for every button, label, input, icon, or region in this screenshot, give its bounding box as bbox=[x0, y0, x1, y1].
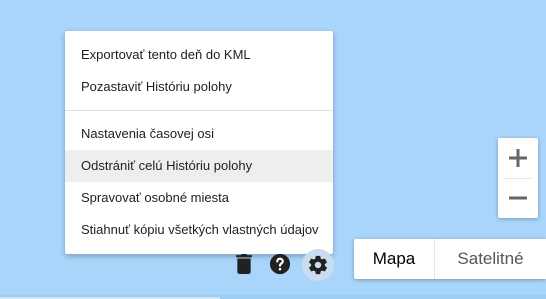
zoom-out-button[interactable] bbox=[498, 178, 538, 218]
trash-icon bbox=[236, 254, 252, 274]
delete-button[interactable] bbox=[229, 249, 259, 279]
menu-item-pause-location-history[interactable]: Pozastaviť Históriu polohy bbox=[65, 71, 333, 103]
menu-divider bbox=[65, 110, 333, 111]
menu-item-download-data-copy[interactable]: Stiahnuť kópiu všetkých vlastných údajov bbox=[65, 214, 333, 246]
zoom-separator bbox=[504, 178, 532, 179]
map-type-control: Mapa Satelitné bbox=[354, 239, 546, 279]
map-type-satellite-button[interactable]: Satelitné bbox=[434, 239, 546, 279]
minus-icon bbox=[509, 196, 527, 200]
settings-icon bbox=[309, 255, 327, 275]
zoom-control bbox=[498, 138, 538, 218]
map-type-map-button[interactable]: Mapa bbox=[354, 239, 434, 279]
help-icon bbox=[269, 253, 291, 275]
zoom-in-button[interactable] bbox=[498, 138, 538, 178]
help-button[interactable] bbox=[265, 249, 295, 279]
menu-item-manage-personal-places[interactable]: Spravovať osobné miesta bbox=[65, 182, 333, 214]
menu-item-timeline-settings[interactable]: Nastavenia časovej osi bbox=[65, 118, 333, 150]
menu-item-export-kml[interactable]: Exportovať tento deň do KML bbox=[65, 39, 333, 71]
settings-button[interactable] bbox=[302, 249, 334, 281]
plus-icon bbox=[509, 149, 527, 167]
menu-item-delete-location-history[interactable]: Odstrániť celú Históriu polohy bbox=[65, 150, 333, 182]
settings-dropdown-menu: Exportovať tento deň do KML Pozastaviť H… bbox=[65, 31, 333, 254]
